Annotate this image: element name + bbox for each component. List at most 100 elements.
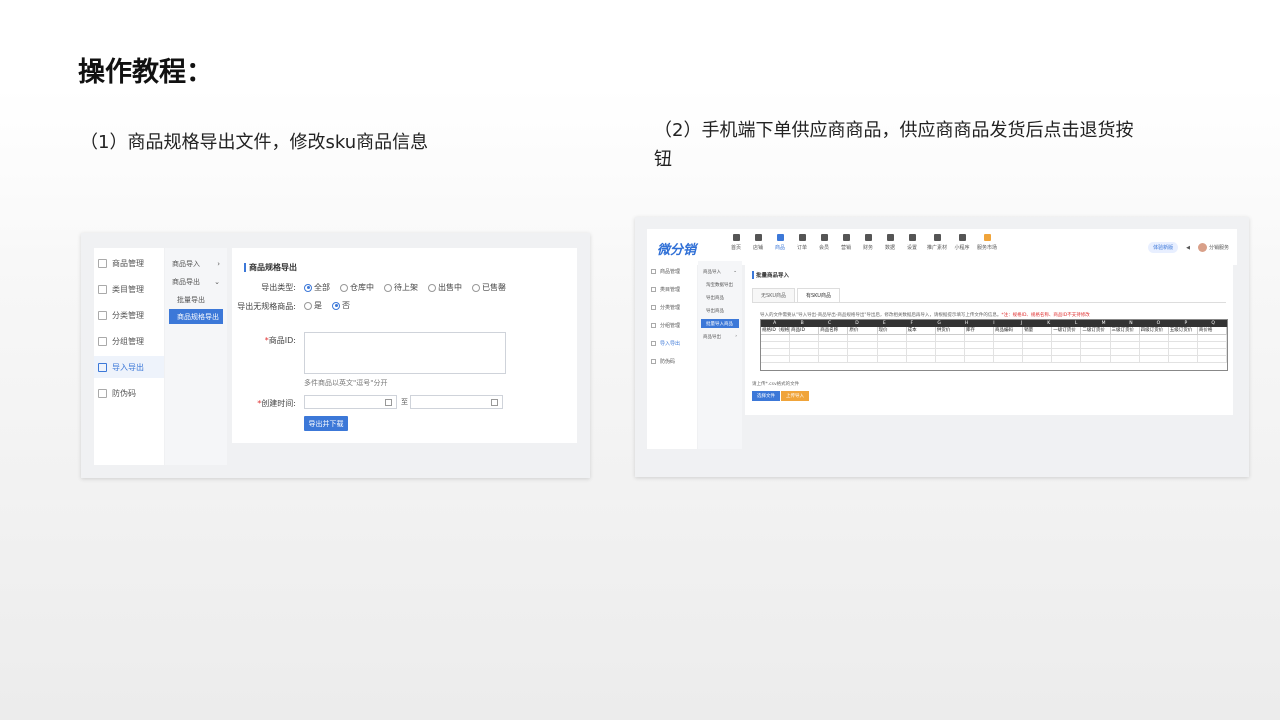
user-menu[interactable]: 分销服务 bbox=[1197, 243, 1229, 252]
sheet-column-letter: Q bbox=[1211, 321, 1215, 326]
sheet-cell bbox=[1140, 342, 1169, 348]
s2-sidebar: 商品管理 类目管理 分类管理 分组管理 导入导出 防伪码 bbox=[647, 261, 697, 449]
radio-pending[interactable]: 待上架 bbox=[384, 282, 418, 293]
product-id-textarea[interactable] bbox=[304, 332, 506, 374]
page-title: 操作教程： bbox=[78, 57, 213, 88]
speaker-icon[interactable]: ◀ bbox=[1186, 245, 1190, 251]
tab-no-sku[interactable]: 无SKU商品 bbox=[752, 288, 795, 302]
s1-nav-item[interactable]: 商品管理 bbox=[94, 252, 164, 274]
new-version-pill[interactable]: 体验新版 bbox=[1148, 242, 1179, 253]
menu-finance[interactable]: 财务 bbox=[857, 234, 879, 251]
menu-home[interactable]: 首页 bbox=[725, 234, 747, 251]
menu-order[interactable]: 订单 bbox=[791, 234, 813, 251]
list-icon bbox=[651, 304, 656, 310]
radio-yes[interactable]: 是 bbox=[304, 300, 322, 311]
menu-product[interactable]: 商品 bbox=[769, 234, 791, 251]
sheet-cell bbox=[1140, 335, 1169, 341]
step2-caption: （2）手机端下单供应商商品，供应商商品发货后点击退货按钮 bbox=[654, 120, 1134, 170]
s2-sub-item[interactable]: 导出商品 bbox=[701, 293, 739, 302]
s1-nav-item[interactable]: 类目管理 bbox=[94, 278, 164, 300]
radio-soldout[interactable]: 已售罄 bbox=[472, 282, 506, 293]
s2-nav-item[interactable]: 商品管理 bbox=[651, 265, 695, 277]
sheet-cell bbox=[1052, 349, 1082, 355]
s1-nav-item[interactable]: 分类管理 bbox=[94, 304, 164, 326]
menu-miniapp[interactable]: 小程序 bbox=[951, 234, 973, 251]
s2-sub-import[interactable]: 商品导入 ⌄ bbox=[701, 267, 739, 276]
s2-nav-item-import-export[interactable]: 导入导出 bbox=[651, 337, 695, 349]
radio-no[interactable]: 否 bbox=[332, 300, 350, 311]
sheet-cell bbox=[1081, 356, 1111, 362]
menu-data[interactable]: 数据 bbox=[879, 234, 901, 251]
qr-icon bbox=[98, 388, 107, 398]
sheet-cell bbox=[1198, 356, 1227, 362]
start-date-input[interactable] bbox=[304, 395, 397, 409]
sheet-cell bbox=[907, 335, 936, 341]
sheet-cell bbox=[878, 356, 907, 362]
s1-nav-item[interactable]: 分组管理 bbox=[94, 330, 164, 352]
radio-icon bbox=[340, 283, 348, 292]
radio-icon bbox=[384, 283, 392, 292]
sheet-row bbox=[761, 335, 1227, 342]
end-date-input[interactable] bbox=[410, 395, 503, 409]
sheet-column-letter: D bbox=[855, 321, 859, 326]
product-id-label: *商品ID: bbox=[264, 336, 296, 345]
sheet-cell bbox=[848, 342, 878, 348]
s2-sub-export[interactable]: 商品导出 › bbox=[701, 332, 739, 341]
select-file-button[interactable]: 选择文件 bbox=[752, 391, 780, 401]
s2-sub-item[interactable]: 淘宝数据导出 bbox=[701, 280, 739, 289]
sheet-header-cell: 供货价 bbox=[936, 327, 965, 334]
sheet-cell bbox=[994, 342, 1024, 348]
radio-all[interactable]: 全部 bbox=[304, 282, 330, 293]
s1-nav-item-import-export[interactable]: 导入导出 bbox=[94, 356, 164, 378]
sheet-cell bbox=[907, 349, 936, 355]
sheet-cell bbox=[1198, 342, 1227, 348]
s1-sub-batch-export[interactable]: 批量导出 bbox=[169, 292, 223, 307]
sheet-column-letter: C bbox=[827, 321, 832, 326]
s2-sub-batch-import[interactable]: 批量导入商品 bbox=[701, 319, 739, 328]
sheet-header-cell: 库存 bbox=[965, 327, 994, 334]
s2-nav-item[interactable]: 分组管理 bbox=[651, 319, 695, 331]
menu-marketing[interactable]: 营销 bbox=[835, 234, 857, 251]
list-icon bbox=[98, 310, 107, 320]
sheet-cell bbox=[1169, 335, 1198, 341]
sheet-column-letter: P bbox=[1184, 321, 1188, 326]
sheet-cell bbox=[1111, 356, 1140, 362]
s2-nav-item[interactable]: 防伪码 bbox=[651, 355, 695, 367]
sheet-header-cell: 四级订货价 bbox=[1140, 327, 1169, 334]
sheet-header-cell: 成本 bbox=[907, 327, 936, 334]
s2-nav-item[interactable]: 类目管理 bbox=[651, 283, 695, 295]
menu-member[interactable]: 会员 bbox=[813, 234, 835, 251]
sheet-cell bbox=[1111, 335, 1140, 341]
step1-caption: （1）商品规格导出文件，修改sku商品信息 bbox=[80, 132, 429, 153]
sheet-cell bbox=[1198, 349, 1227, 355]
menu-settings[interactable]: 设置 bbox=[901, 234, 923, 251]
radio-warehouse[interactable]: 仓库中 bbox=[340, 282, 374, 293]
sheet-column-letter: H bbox=[964, 321, 969, 326]
tab-with-sku[interactable]: 有SKU商品 bbox=[796, 288, 840, 302]
menu-market[interactable]: 服务市场 bbox=[973, 234, 1001, 251]
sheet-cell bbox=[1198, 335, 1227, 341]
marketing-icon bbox=[842, 234, 850, 241]
upload-import-button[interactable]: 上传导入 bbox=[781, 391, 809, 401]
s2-nav-item[interactable]: 分类管理 bbox=[651, 301, 695, 313]
sheet-cell bbox=[761, 349, 791, 355]
menu-store[interactable]: 店铺 bbox=[747, 234, 769, 251]
s2-sub-item[interactable]: 导出商品 bbox=[701, 306, 739, 315]
no-spec-label: 导出无规格商品: bbox=[237, 302, 296, 311]
radio-icon bbox=[472, 283, 480, 292]
s1-sub-export[interactable]: 商品导出 ⌄ bbox=[169, 274, 223, 289]
export-download-button[interactable]: 导出并下载 bbox=[304, 416, 348, 431]
gear-icon bbox=[908, 234, 916, 241]
chevron-right-icon: › bbox=[735, 334, 737, 339]
radio-onsale[interactable]: 出售中 bbox=[428, 282, 462, 293]
s1-nav-item[interactable]: 防伪码 bbox=[94, 382, 164, 404]
sheet-cell bbox=[790, 356, 820, 362]
sheet-header-cell: 商品ID bbox=[790, 327, 820, 334]
s2-main-panel: 批量商品导入 无SKU商品 有SKU商品 导入的文件需要从"导入导出-商品导出-… bbox=[745, 261, 1233, 415]
menu-promo[interactable]: 推广素材 bbox=[923, 234, 951, 251]
s1-sub-import[interactable]: 商品导入 › bbox=[169, 256, 223, 271]
s1-sub-spec-export[interactable]: 商品规格导出 bbox=[169, 309, 223, 324]
folder-icon bbox=[98, 336, 107, 346]
chevron-down-icon: ⌄ bbox=[214, 277, 220, 286]
sheet-column-letter: O bbox=[1156, 321, 1161, 326]
